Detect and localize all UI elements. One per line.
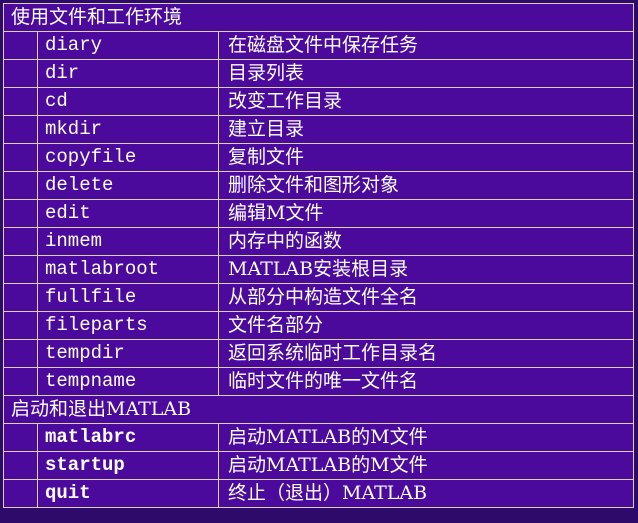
section-title: 使用文件和工作环境 xyxy=(3,3,634,32)
command-description: 启动MATLAB的M文件 xyxy=(218,451,634,480)
command-name: dir xyxy=(37,59,219,88)
command-name: startup xyxy=(37,451,219,480)
table-row: dir 目录列表 xyxy=(3,59,634,88)
indent-cell xyxy=(3,423,38,452)
indent-cell xyxy=(3,339,38,368)
table-row: fullfile 从部分中构造文件全名 xyxy=(3,283,634,312)
indent-cell xyxy=(3,367,38,396)
table-row: cd 改变工作目录 xyxy=(3,87,634,116)
indent-cell xyxy=(3,451,38,480)
command-description: 从部分中构造文件全名 xyxy=(218,283,634,312)
table-row: startup 启动MATLAB的M文件 xyxy=(3,451,634,480)
indent-cell xyxy=(3,115,38,144)
command-description: 编辑M文件 xyxy=(218,199,634,228)
indent-cell xyxy=(3,143,38,172)
indent-cell xyxy=(3,87,38,116)
command-description: 复制文件 xyxy=(218,143,634,172)
command-name: matlabrc xyxy=(37,423,219,452)
command-description: 在磁盘文件中保存任务 xyxy=(218,31,634,60)
indent-cell xyxy=(3,255,38,284)
command-description: 改变工作目录 xyxy=(218,87,634,116)
section-title: 启动和退出MATLAB xyxy=(3,395,634,424)
indent-cell xyxy=(3,311,38,340)
table-row: copyfile 复制文件 xyxy=(3,143,634,172)
table-row: quit 终止（退出）MATLAB xyxy=(3,479,634,508)
command-description: 返回系统临时工作目录名 xyxy=(218,339,634,368)
command-description: 临时文件的唯一文件名 xyxy=(218,367,634,396)
command-name: matlabroot xyxy=(37,255,219,284)
command-description: 删除文件和图形对象 xyxy=(218,171,634,200)
command-name: quit xyxy=(37,479,219,508)
command-description: 启动MATLAB的M文件 xyxy=(218,423,634,452)
indent-cell xyxy=(3,479,38,508)
command-description: 目录列表 xyxy=(218,59,634,88)
command-reference-table: 使用文件和工作环境 diary 在磁盘文件中保存任务 dir 目录列表 cd 改变工作目录 m… xyxy=(3,3,634,508)
indent-cell xyxy=(3,31,38,60)
command-name: fullfile xyxy=(37,283,219,312)
command-name: fileparts xyxy=(37,311,219,340)
command-name: mkdir xyxy=(37,115,219,144)
indent-cell xyxy=(3,227,38,256)
command-name: delete xyxy=(37,171,219,200)
table-row: diary 在磁盘文件中保存任务 xyxy=(3,31,634,60)
table-row: inmem 内存中的函数 xyxy=(3,227,634,256)
command-name: copyfile xyxy=(37,143,219,172)
table-row: fileparts 文件名部分 xyxy=(3,311,634,340)
command-name: tempdir xyxy=(37,339,219,368)
command-description: 文件名部分 xyxy=(218,311,634,340)
command-description: 建立目录 xyxy=(218,115,634,144)
command-name: diary xyxy=(37,31,219,60)
indent-cell xyxy=(3,199,38,228)
table-row: matlabroot MATLAB安装根目录 xyxy=(3,255,634,284)
section-header-row: 使用文件和工作环境 xyxy=(3,3,634,32)
indent-cell xyxy=(3,59,38,88)
section-header-row: 启动和退出MATLAB xyxy=(3,395,634,424)
command-name: cd xyxy=(37,87,219,116)
table-row: edit 编辑M文件 xyxy=(3,199,634,228)
table-row: mkdir 建立目录 xyxy=(3,115,634,144)
command-description: 终止（退出）MATLAB xyxy=(218,479,634,508)
table-body: 使用文件和工作环境 diary 在磁盘文件中保存任务 dir 目录列表 cd 改变工作目录 m… xyxy=(3,3,634,508)
command-name: inmem xyxy=(37,227,219,256)
table-row: delete 删除文件和图形对象 xyxy=(3,171,634,200)
table-row: tempdir 返回系统临时工作目录名 xyxy=(3,339,634,368)
table-row: tempname 临时文件的唯一文件名 xyxy=(3,367,634,396)
indent-cell xyxy=(3,171,38,200)
indent-cell xyxy=(3,283,38,312)
command-name: tempname xyxy=(37,367,219,396)
command-description: MATLAB安装根目录 xyxy=(218,255,634,284)
table-row: matlabrc 启动MATLAB的M文件 xyxy=(3,423,634,452)
command-description: 内存中的函数 xyxy=(218,227,634,256)
command-name: edit xyxy=(37,199,219,228)
